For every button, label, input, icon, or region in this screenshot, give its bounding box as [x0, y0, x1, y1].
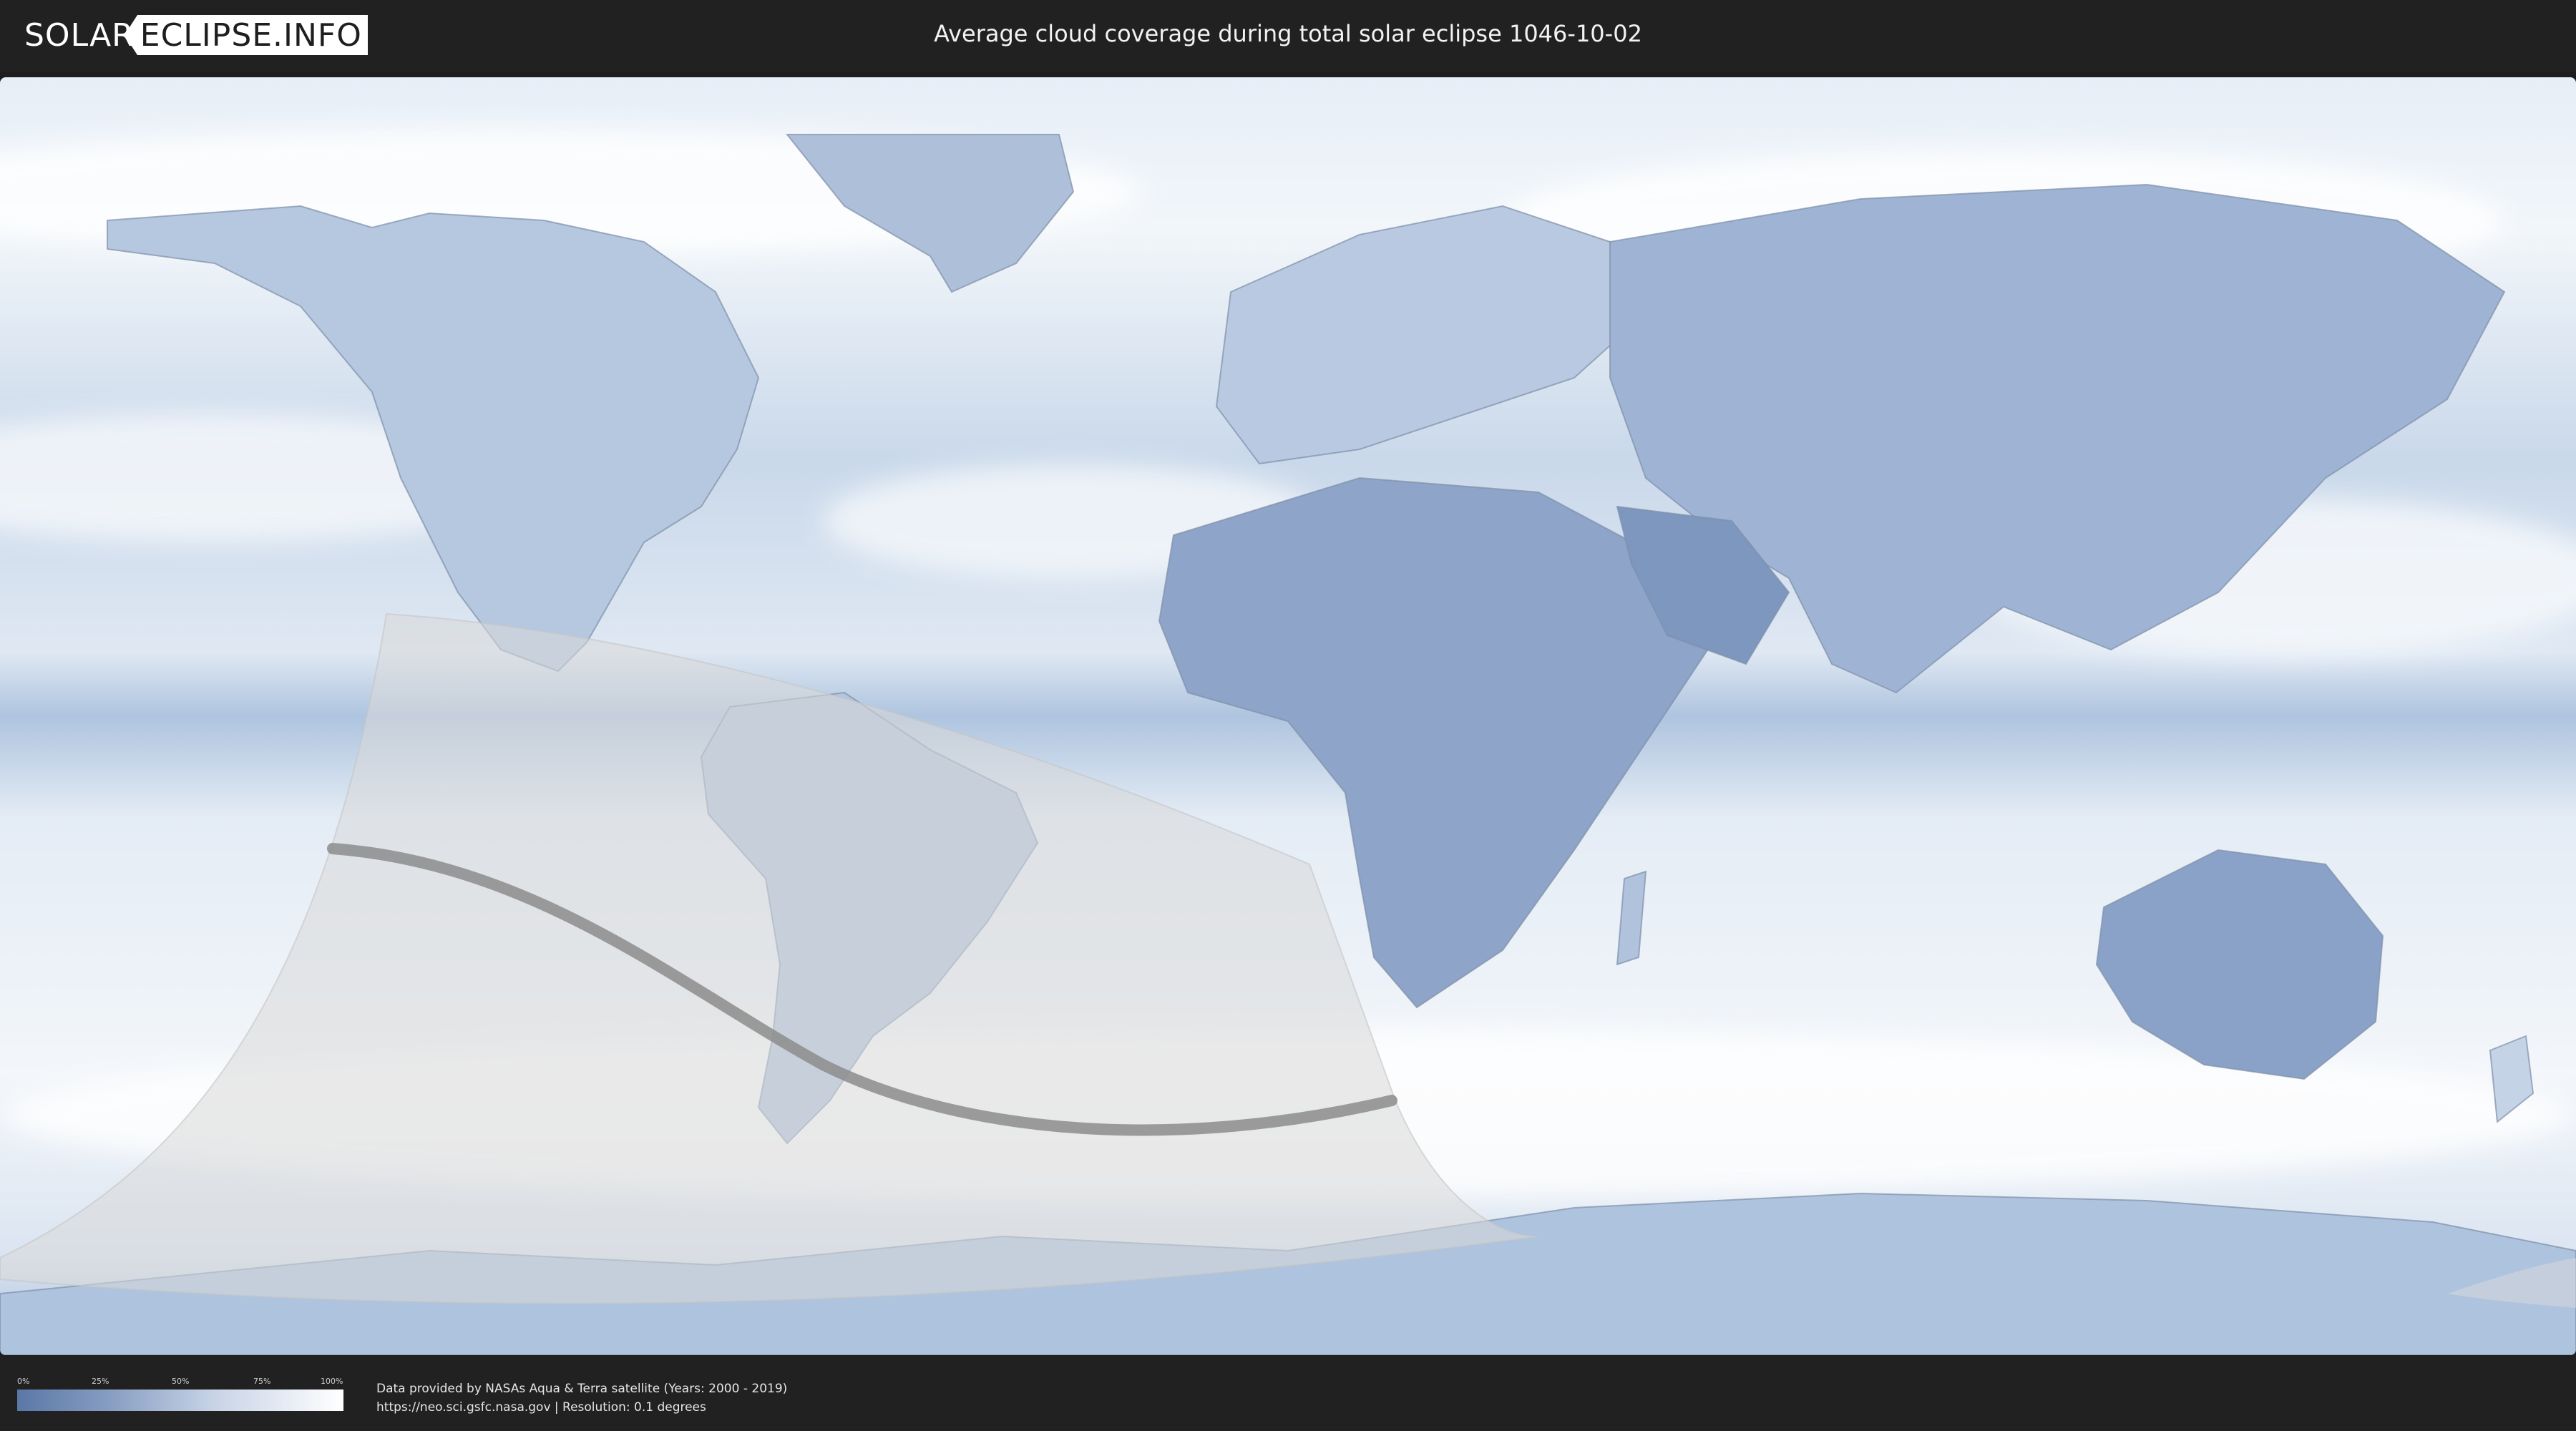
page-title: Average cloud coverage during total sola… [934, 20, 1642, 47]
data-credits: Data provided by NASAs Aqua & Terra sate… [376, 1379, 787, 1417]
cloud-coverage-map[interactable] [0, 77, 2576, 1355]
legend-tick-0: 0% [17, 1377, 30, 1386]
legend-gradient-bar [17, 1390, 343, 1411]
header-bar: SOLAR ECLIPSE.INFO Average cloud coverag… [0, 0, 2576, 72]
legend-tick-100: 100% [321, 1377, 343, 1386]
cloud-coverage-legend: 0% 25% 50% 75% 100% [17, 1377, 343, 1411]
credit-line: Data provided by NASAs Aqua & Terra sate… [376, 1382, 788, 1396]
legend-tick-75: 75% [253, 1377, 271, 1386]
footer-bar: 0% 25% 50% 75% 100% Data provided by NAS… [0, 1357, 2576, 1431]
source-line[interactable]: https://neo.sci.gsfc.nasa.gov | Resoluti… [376, 1398, 787, 1417]
legend-tick-25: 25% [92, 1377, 109, 1386]
world-map-svg [0, 77, 2576, 1355]
legend-tick-labels: 0% 25% 50% 75% 100% [17, 1377, 343, 1388]
legend-tick-50: 50% [172, 1377, 190, 1386]
